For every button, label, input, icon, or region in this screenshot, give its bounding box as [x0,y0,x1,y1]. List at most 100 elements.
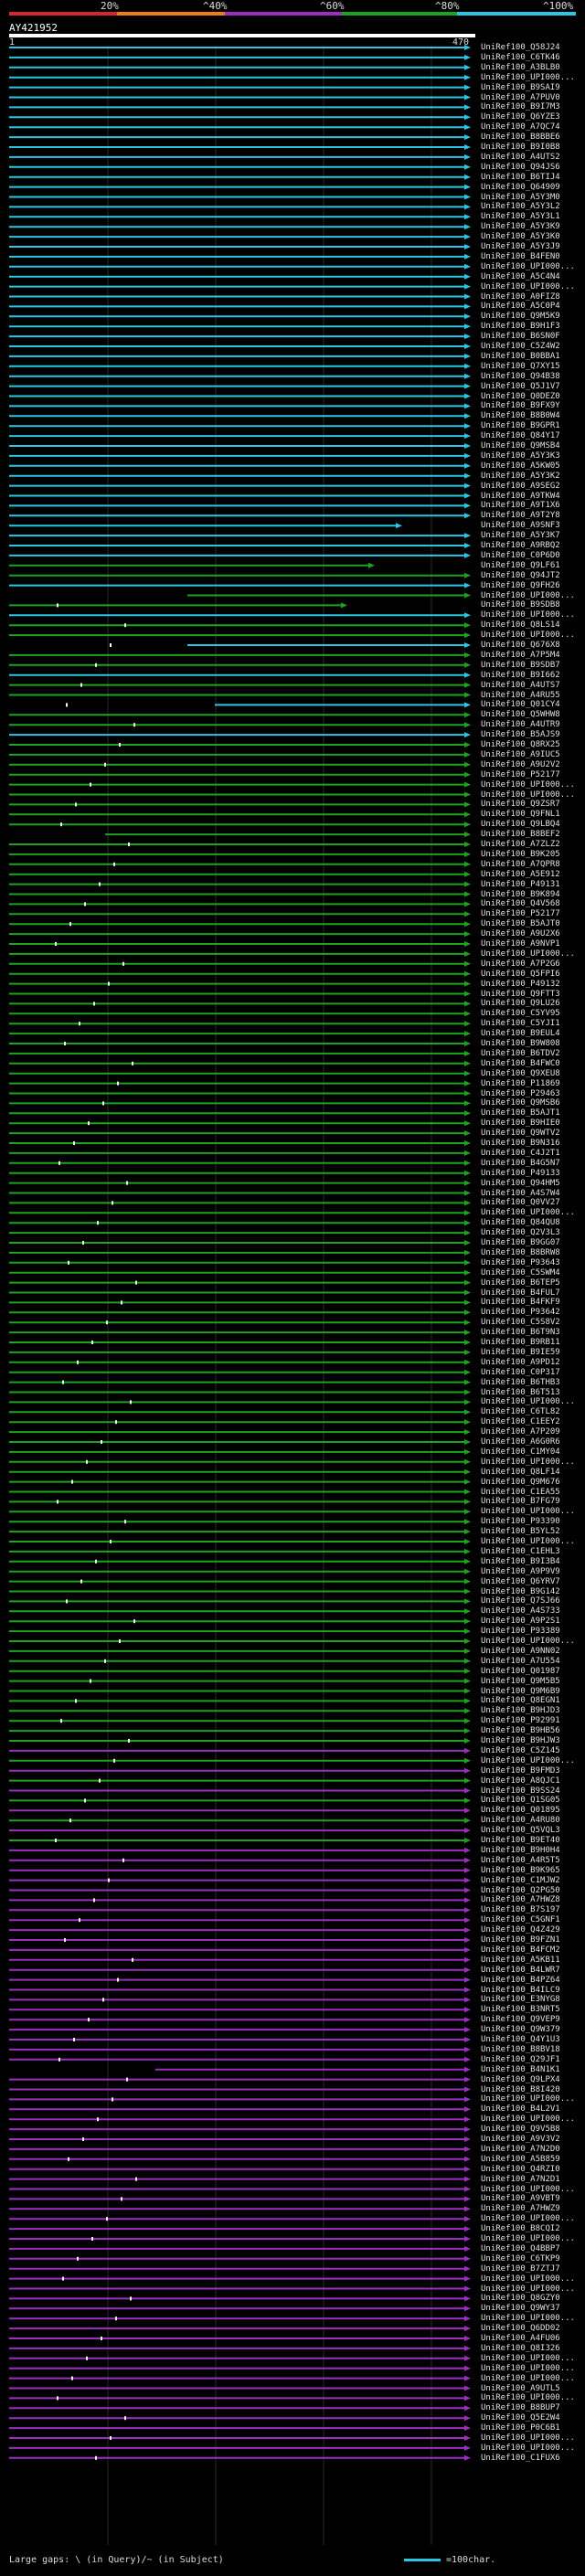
hit-label[interactable]: UniRef100_P52177 [481,770,560,780]
hit-label[interactable]: UniRef100_C6TKP9 [481,2254,560,2264]
hit-label[interactable]: UniRef100_UPI000... [481,1756,575,1766]
hit-label[interactable]: UniRef100_B9IE59 [481,1348,560,1358]
hit-label[interactable]: UniRef100_A9UTL5 [481,2384,560,2394]
hit-label[interactable]: UniRef100_B9HJW3 [481,1736,560,1746]
hit-label[interactable]: UniRef100_Q9FNL1 [481,810,560,820]
hit-label[interactable]: UniRef100_Q9M676 [481,1478,560,1488]
hit-label[interactable]: UniRef100_B9HJD3 [481,1706,560,1716]
hit-label[interactable]: UniRef100_B4FKF9 [481,1298,560,1308]
hit-label[interactable]: UniRef100_C5Z145 [481,1746,560,1756]
hit-label[interactable]: UniRef100_B9I3B4 [481,1557,560,1567]
hit-label[interactable]: UniRef100_P93390 [481,1517,560,1527]
hit-label[interactable]: UniRef100_A7QC74 [481,122,560,133]
hit-label[interactable]: UniRef100_Q9FTT3 [481,990,560,1000]
hit-label[interactable]: UniRef100_B4PZ64 [481,1976,560,1986]
hit-label[interactable]: UniRef100_Q4RZI0 [481,2165,560,2175]
hit-label[interactable]: UniRef100_B6TEP5 [481,1278,560,1288]
hit-label[interactable]: UniRef100_Q8LS14 [481,620,560,631]
hit-label[interactable]: UniRef100_A5Y3K9 [481,222,560,232]
hit-label[interactable]: UniRef100_Q9M5K9 [481,312,560,322]
hit-label[interactable]: UniRef100_UPI000... [481,591,575,601]
hit-label[interactable]: UniRef100_A4S7W4 [481,1189,560,1199]
hit-label[interactable]: UniRef100_B9I662 [481,671,560,681]
hit-label[interactable]: UniRef100_B9N316 [481,1139,560,1149]
hit-label[interactable]: UniRef100_B9K894 [481,890,560,900]
hit-label[interactable]: UniRef100_Q64909 [481,183,560,193]
hit-label[interactable]: UniRef100_Q01987 [481,1667,560,1677]
hit-label[interactable]: UniRef100_A7N2D1 [481,2175,560,2185]
hit-label[interactable]: UniRef100_Q5J1V7 [481,382,560,392]
hit-label[interactable]: UniRef100_A5KW05 [481,461,560,472]
hit-label[interactable]: UniRef100_Q9LBQ4 [481,820,560,830]
hit-label[interactable]: UniRef100_A5C4N4 [481,272,560,282]
hit-label[interactable]: UniRef100_B4FEN0 [481,252,560,262]
hit-label[interactable]: UniRef100_C1MY04 [481,1447,560,1458]
hit-label[interactable]: UniRef100_UPI000... [481,949,575,959]
hit-label[interactable]: UniRef100_B9FX9Y [481,401,560,411]
hit-label[interactable]: UniRef100_B8I420 [481,2085,560,2095]
hit-label[interactable]: UniRef100_Q9MSB4 [481,441,560,451]
hit-label[interactable]: UniRef100_B5YL52 [481,1527,560,1537]
hit-label[interactable]: UniRef100_Q9M5B5 [481,1677,560,1687]
hit-label[interactable]: UniRef100_Q84QU8 [481,1218,560,1228]
hit-label[interactable]: UniRef100_B9ET40 [481,1836,560,1846]
hit-label[interactable]: UniRef100_A9TKW4 [481,492,560,502]
hit-label[interactable]: UniRef100_Q6YZE3 [481,112,560,122]
hit-label[interactable]: UniRef100_B9HB56 [481,1726,560,1736]
hit-label[interactable]: UniRef100_A5Y3L2 [481,202,560,212]
hit-label[interactable]: UniRef100_Q4BBP7 [481,2244,560,2254]
hit-label[interactable]: UniRef100_A7N2D0 [481,2145,560,2155]
hit-label[interactable]: UniRef100_Q8RX25 [481,740,560,750]
hit-label[interactable]: UniRef100_B9H0H4 [481,1846,560,1856]
hit-label[interactable]: UniRef100_Q94JS6 [481,163,560,173]
hit-label[interactable]: UniRef100_UPI000... [481,2094,575,2104]
hit-label[interactable]: UniRef100_A9RBQ2 [481,541,560,551]
hit-label[interactable]: UniRef100_Q01CY4 [481,700,560,710]
hit-label[interactable]: UniRef100_P11869 [481,1079,560,1089]
hit-label[interactable]: UniRef100_A4RU80 [481,1816,560,1826]
hit-label[interactable]: UniRef100_B7ZTJ7 [481,2264,560,2274]
hit-label[interactable]: UniRef100_B8BRW8 [481,1248,560,1258]
hit-label[interactable]: UniRef100_Q94JT2 [481,571,560,581]
hit-label[interactable]: UniRef100_Q58J24 [481,43,560,53]
hit-label[interactable]: UniRef100_Q9LU26 [481,999,560,1009]
hit-label[interactable]: UniRef100_Q8I326 [481,2344,560,2354]
hit-label[interactable]: UniRef100_A7HWZ8 [481,1895,560,1905]
hit-label[interactable]: UniRef100_B8BV18 [481,2045,560,2055]
hit-label[interactable]: UniRef100_A5Y3K7 [481,531,560,541]
hit-label[interactable]: UniRef100_UPI000... [481,2314,575,2324]
hit-label[interactable]: UniRef100_B7S197 [481,1905,560,1915]
hit-label[interactable]: UniRef100_UPI000... [481,2354,575,2364]
hit-label[interactable]: UniRef100_UPI000... [481,2214,575,2224]
hit-label[interactable]: UniRef100_Q29JF1 [481,2055,560,2065]
hit-label[interactable]: UniRef100_Q5FPI6 [481,970,560,980]
hit-label[interactable]: UniRef100_Q5WHW8 [481,710,560,720]
hit-label[interactable]: UniRef100_UPI000... [481,2393,575,2403]
hit-label[interactable]: UniRef100_Q676X8 [481,641,560,651]
hit-label[interactable]: UniRef100_A9VBT9 [481,2194,560,2204]
hit-label[interactable]: UniRef100_A9IUC5 [481,750,560,760]
hit-label[interactable]: UniRef100_A9P9V9 [481,1567,560,1577]
hit-label[interactable]: UniRef100_UPI000... [481,262,575,272]
hit-label[interactable]: UniRef100_A6G0R6 [481,1437,560,1447]
hit-label[interactable]: UniRef100_Q4Y1U3 [481,2035,560,2045]
hit-label[interactable]: UniRef100_P93389 [481,1627,560,1637]
hit-label[interactable]: UniRef100_P92991 [481,1716,560,1726]
hit-label[interactable]: UniRef100_A7U554 [481,1657,560,1667]
hit-label[interactable]: UniRef100_P49132 [481,980,560,990]
hit-label[interactable]: UniRef100_UPI000... [481,1397,575,1407]
hit-label[interactable]: UniRef100_A4FU06 [481,2334,560,2344]
hit-label[interactable]: UniRef100_Q7XY15 [481,362,560,372]
hit-label[interactable]: UniRef100_B9RB11 [481,1338,560,1348]
hit-label[interactable]: UniRef100_Q9FH26 [481,581,560,591]
hit-label[interactable]: UniRef100_C4J2T1 [481,1149,560,1159]
hit-label[interactable]: UniRef100_C6TK46 [481,53,560,63]
hit-label[interactable]: UniRef100_B8BBE6 [481,133,560,143]
hit-label[interactable]: UniRef100_UPI000... [481,1507,575,1517]
hit-label[interactable]: UniRef100_UPI000... [481,1537,575,1547]
hit-label[interactable]: UniRef100_B6TIJ4 [481,173,560,183]
hit-label[interactable]: UniRef100_A5Y3K0 [481,232,560,242]
hit-label[interactable]: UniRef100_A4S733 [481,1606,560,1617]
hit-label[interactable]: UniRef100_B9SDB8 [481,600,560,610]
hit-label[interactable]: UniRef100_A9NN02 [481,1647,560,1657]
